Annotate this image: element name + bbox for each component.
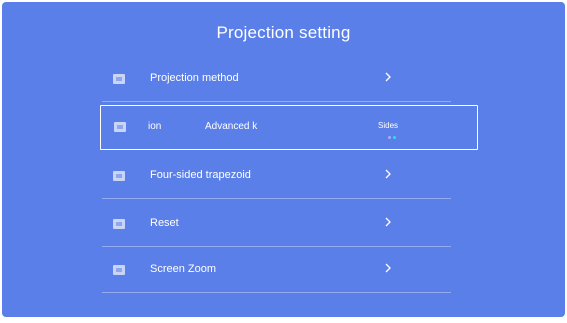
indicator-dot-active [393, 136, 396, 139]
trapezoid-icon [113, 171, 125, 181]
menu-item-advanced-keystone[interactable]: ion Advanced k Sides [100, 105, 478, 150]
menu-item-label: Advanced k [205, 121, 258, 132]
screen-icon [113, 265, 125, 275]
page-title: Projection setting [216, 23, 351, 42]
menu-item-label: Screen Zoom [150, 263, 217, 275]
reset-icon [113, 219, 125, 229]
chevron-right-icon [385, 263, 391, 273]
menu-item-projection-method[interactable]: Projection method [102, 60, 451, 102]
indicator-dot [388, 136, 391, 139]
menu-item-screen-zoom[interactable]: Screen Zoom [102, 251, 451, 293]
chevron-right-icon [385, 217, 391, 227]
menu-item-label-fragment: ion [148, 121, 162, 132]
chevron-right-icon [385, 72, 391, 82]
projector-icon [113, 74, 125, 84]
option-indicator [388, 136, 398, 139]
chevron-right-icon [385, 169, 391, 179]
menu-item-reset[interactable]: Reset [102, 205, 451, 247]
keystone-icon [114, 122, 126, 132]
menu-item-label: Four-sided trapezoid [150, 169, 251, 181]
projection-settings-screen: Projection setting Projection method ion… [2, 2, 565, 317]
menu-item-label: Reset [150, 217, 179, 229]
menu-item-label: Projection method [150, 72, 239, 84]
menu-item-four-sided-trapezoid[interactable]: Four-sided trapezoid [102, 157, 451, 199]
selected-option[interactable]: Sides [378, 121, 398, 130]
